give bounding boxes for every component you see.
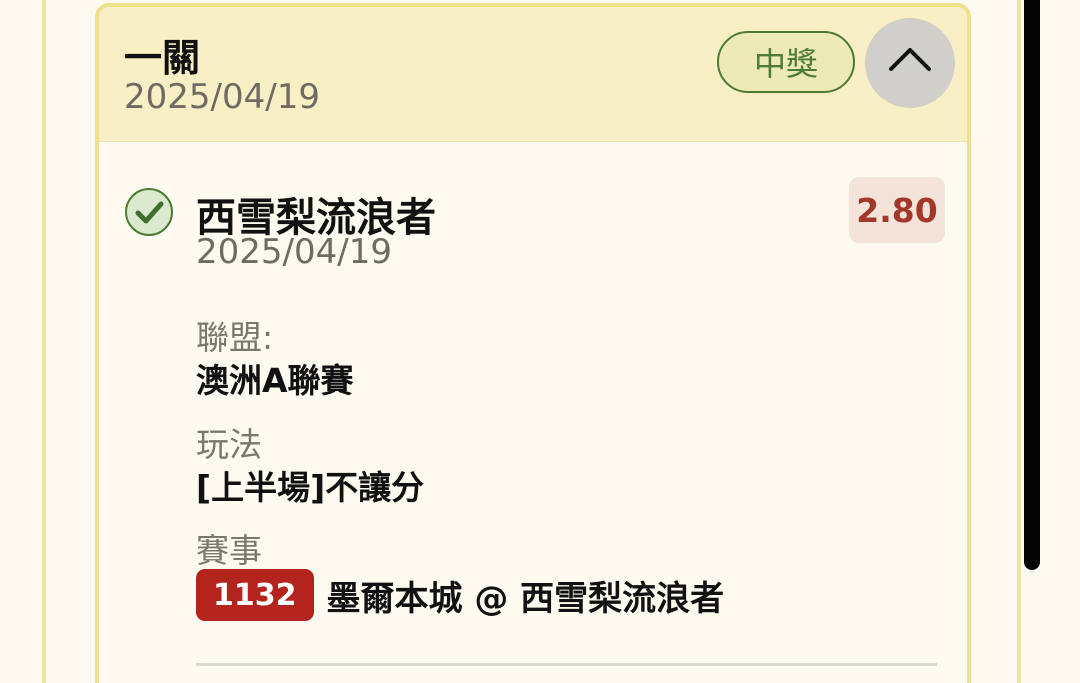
bet-date: 2025/04/19	[124, 77, 320, 117]
league-value: 澳洲A聯賽	[196, 361, 354, 400]
bet-card-header[interactable]: 一關 2025/04/19 中獎	[99, 7, 967, 142]
chevron-up-icon	[889, 48, 931, 71]
play-label: 玩法	[196, 425, 262, 464]
bet-card: 一關 2025/04/19 中獎 西雪梨流浪者 2025/04/19 2.80 …	[95, 3, 971, 683]
match-teams: 墨爾本城 @ 西雪梨流浪者	[326, 578, 725, 619]
scrollbar[interactable]	[1024, 0, 1040, 570]
selection-date: 2025/04/19	[196, 232, 392, 272]
section-divider	[196, 663, 937, 666]
bet-detail-page: 一關 2025/04/19 中獎 西雪梨流浪者 2025/04/19 2.80 …	[0, 0, 1080, 683]
outer-frame-left	[42, 0, 46, 683]
win-status-badge: 中獎	[717, 31, 855, 93]
collapse-button[interactable]	[865, 18, 955, 108]
match-row: 1132 墨爾本城 @ 西雪梨流浪者	[196, 569, 724, 621]
check-circle-icon	[125, 188, 173, 236]
league-label: 聯盟:	[196, 318, 274, 357]
odds-badge: 2.80	[849, 177, 945, 243]
play-value: [上半場]不讓分	[196, 468, 425, 507]
bet-type-title: 一關	[124, 36, 201, 80]
outer-frame-right	[1017, 0, 1021, 683]
match-id-badge: 1132	[196, 569, 314, 621]
match-label: 賽事	[196, 531, 262, 570]
